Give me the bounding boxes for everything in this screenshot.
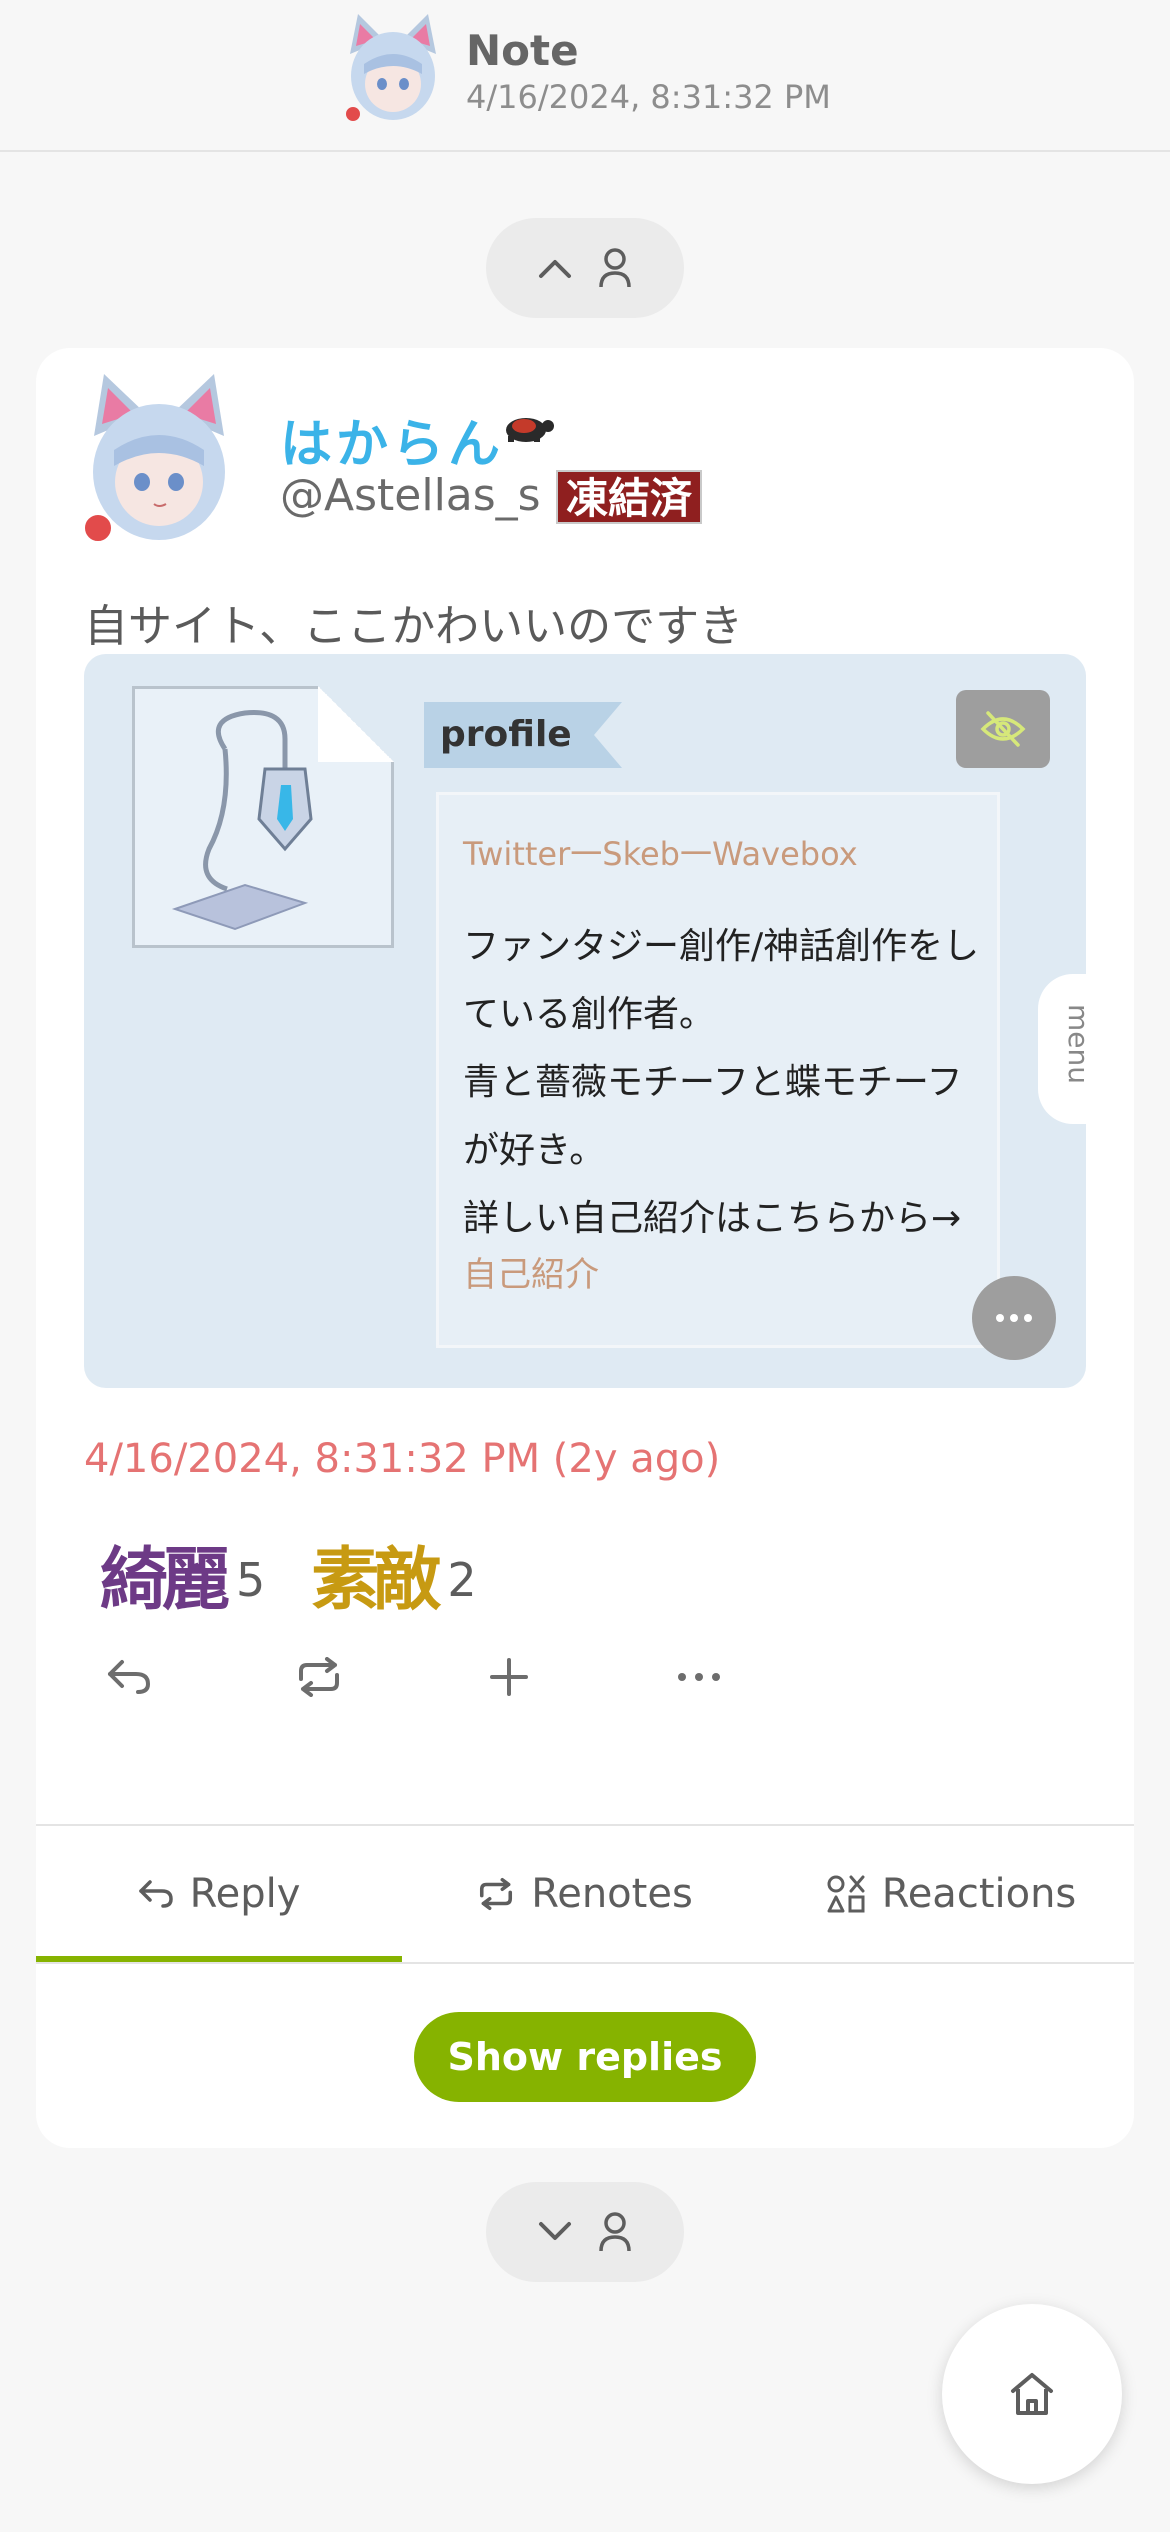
reaction-emoji: 綺麗 — [100, 1540, 230, 1620]
more-icon — [996, 1314, 1032, 1322]
reactions-list: 綺麗 5 素敵 2 — [100, 1540, 477, 1620]
tab-label: Reply — [189, 1871, 301, 1917]
note-image[interactable]: profile Twitter一Skeb一Wavebox ファンタジー創作/神話… — [84, 654, 1086, 1388]
turtle-emoji-icon — [506, 418, 554, 442]
frozen-badge: 凍結済 — [556, 470, 703, 524]
profile-panel: Twitter一Skeb一Wavebox ファンタジー創作/神話創作をしている創… — [436, 792, 1000, 1348]
plus-icon — [490, 1658, 528, 1696]
more-button[interactable] — [666, 1644, 732, 1710]
reaction-chip[interactable]: 綺麗 5 — [100, 1540, 265, 1620]
image-menu-button[interactable] — [972, 1276, 1056, 1360]
profile-description: ファンタジー創作/神話創作をしている創作者。 青と薔薇モチーフと蝶モチーフが好き… — [463, 926, 980, 1239]
image-label: profile — [424, 702, 622, 768]
reaction-count: 5 — [236, 1553, 266, 1607]
show-previous-notes-button[interactable] — [486, 218, 684, 318]
reply-icon — [138, 1880, 173, 1908]
display-name[interactable]: はからん — [280, 402, 504, 477]
chevron-down-icon — [539, 2222, 571, 2240]
page-title: Note — [466, 26, 579, 75]
page-header: Note 4/16/2024, 8:31:32 PM — [0, 0, 1170, 152]
tab-label: Renotes — [531, 1871, 693, 1917]
frame-fold — [318, 686, 394, 762]
note-actions — [96, 1644, 732, 1710]
page-timestamp: 4/16/2024, 8:31:32 PM — [466, 78, 831, 116]
reply-button[interactable] — [96, 1644, 162, 1710]
repeat-icon — [480, 1877, 513, 1911]
show-next-notes-button[interactable] — [486, 2182, 684, 2282]
profile-intro-link: 自己紹介 — [463, 1255, 599, 1295]
repeat-icon — [299, 1657, 339, 1697]
show-replies-button[interactable]: Show replies — [414, 2012, 756, 2102]
tab-label: Reactions — [881, 1871, 1077, 1917]
username[interactable]: @Astellas_s — [280, 470, 541, 521]
tab-reply[interactable]: Reply — [36, 1826, 402, 1962]
chevron-up-icon — [539, 260, 571, 278]
note-tabs: Reply Renotes Reactions — [36, 1824, 1134, 1964]
menu-tab-label: menu — [1062, 1004, 1086, 1084]
hide-image-button[interactable] — [956, 690, 1050, 768]
note-timestamp[interactable]: 4/16/2024, 8:31:32 PM (2y ago) — [84, 1436, 720, 1482]
tab-reactions[interactable]: Reactions — [768, 1826, 1134, 1962]
reaction-emoji: 素敵 — [311, 1540, 441, 1620]
reply-icon — [108, 1660, 151, 1694]
react-button[interactable] — [476, 1644, 542, 1710]
home-icon — [1011, 2373, 1053, 2415]
note-text: 自サイト、ここかわいいのですき — [84, 601, 744, 652]
home-button[interactable] — [942, 2304, 1122, 2484]
eye-slash-icon — [980, 711, 1026, 747]
shapes-icon — [827, 1875, 865, 1913]
avatar[interactable] — [344, 14, 442, 122]
renote-button[interactable] — [286, 1644, 352, 1710]
status-dot — [82, 512, 114, 544]
status-dot — [344, 105, 362, 123]
user-icon — [599, 248, 631, 288]
user-icon — [599, 2212, 631, 2252]
reaction-chip[interactable]: 素敵 2 — [311, 1540, 476, 1620]
menu-tab: menu — [1038, 974, 1086, 1124]
reaction-count: 2 — [447, 1553, 477, 1607]
profile-links: Twitter一Skeb一Wavebox — [463, 835, 858, 873]
note-card: はからん @Astellas_s 凍結済 自サイト、ここかわいいのですき pro… — [36, 348, 1134, 2148]
more-icon — [678, 1673, 720, 1681]
tab-renotes[interactable]: Renotes — [402, 1826, 768, 1962]
